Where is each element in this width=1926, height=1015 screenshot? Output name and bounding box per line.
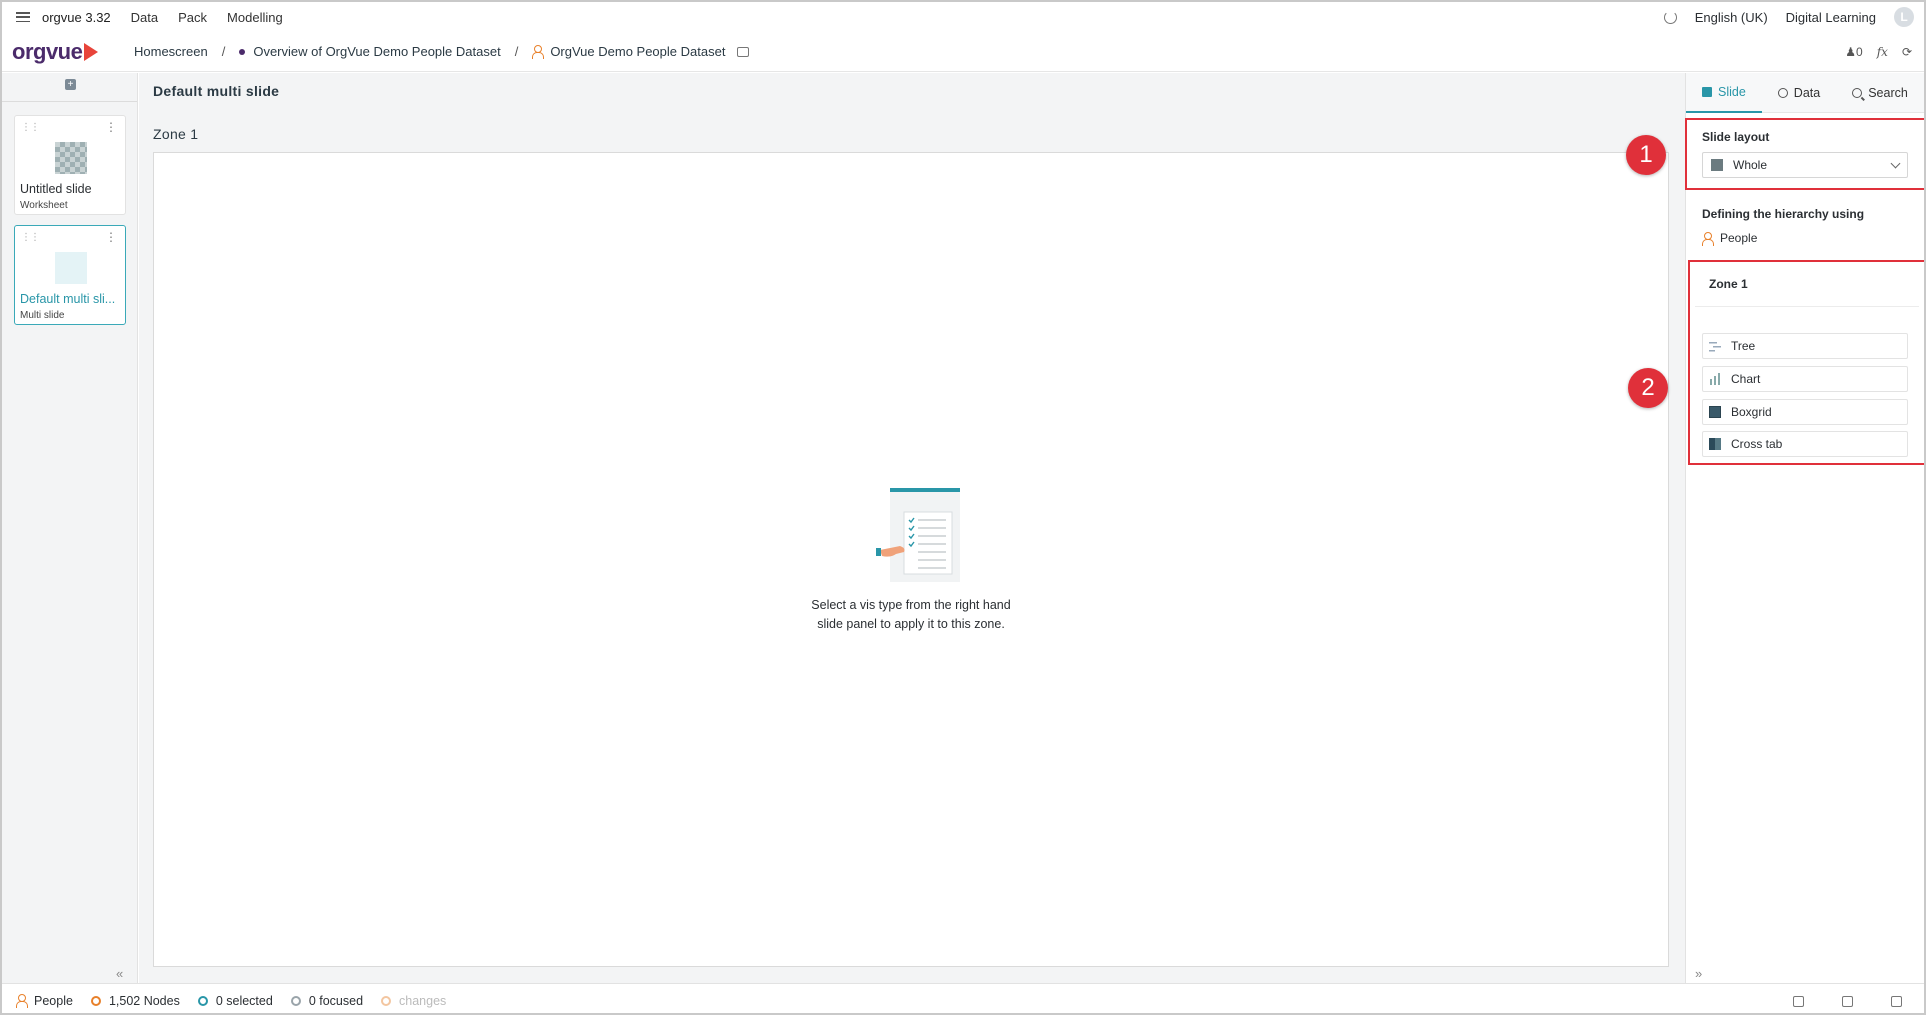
status-focused[interactable]: 0 focused	[290, 993, 364, 1008]
slide-title: Default multi slide	[153, 83, 280, 99]
sync-icon[interactable]	[737, 46, 750, 57]
breadcrumb-bar: orgvue Homescreen / Overview of OrgVue D…	[2, 32, 1924, 72]
breadcrumb-separator: /	[514, 44, 519, 59]
focused-icon	[290, 995, 301, 1006]
status-changes[interactable]: changes	[381, 994, 446, 1008]
tab-search[interactable]: Search	[1836, 73, 1924, 113]
menu-data[interactable]: Data	[131, 10, 158, 25]
add-icon[interactable]	[1793, 995, 1804, 1007]
tab-slide-label: Slide	[1718, 84, 1746, 99]
hierarchy-label: Defining the hierarchy using	[1702, 207, 1865, 221]
annotation-box-vis-types	[1688, 260, 1924, 465]
hierarchy-people[interactable]: People	[1702, 231, 1758, 246]
slide-type: Worksheet	[20, 200, 68, 211]
tab-data[interactable]: Data	[1762, 73, 1836, 113]
slide-thumbnail	[55, 252, 87, 284]
slide-name: Default multi sli...	[20, 292, 116, 306]
more-options-icon[interactable]: ⋮	[105, 120, 117, 134]
status-changes-label: changes	[399, 993, 447, 1008]
breadcrumb-separator: /	[221, 44, 226, 59]
formula-fx-icon[interactable]: fx	[1877, 45, 1888, 59]
slide-thumbnail	[55, 142, 87, 174]
menubar-right: English (UK) Digital Learning L	[1663, 2, 1914, 32]
selected-icon	[197, 995, 208, 1006]
status-bar: People 1,502 Nodes 0 selected 0 focused …	[2, 983, 1924, 1013]
person-icon	[1702, 231, 1714, 246]
pack-dot-icon	[239, 48, 246, 55]
annotation-badge-1: 1	[1626, 135, 1666, 175]
status-dataset[interactable]: People	[16, 994, 73, 1008]
data-icon	[1777, 87, 1788, 98]
logo-text: orgvue	[12, 38, 83, 64]
drag-handle-icon[interactable]: ⋮⋮	[21, 232, 40, 243]
more-options-icon[interactable]: ⋮	[105, 230, 117, 244]
breadcrumb-dataset[interactable]: OrgVue Demo People Dataset	[532, 44, 750, 59]
changes-icon	[381, 995, 392, 1006]
expand-right-icon[interactable]: »	[1695, 966, 1702, 981]
panel-tabs: Slide Data Search	[1686, 73, 1924, 113]
language-selector[interactable]: English (UK)	[1695, 10, 1768, 25]
crumb-right-tools: ♟0 fx ⟳	[1845, 32, 1912, 72]
status-dataset-label: People	[34, 993, 73, 1008]
hamburger-menu-icon[interactable]	[16, 12, 30, 22]
refresh-icon[interactable]	[1663, 10, 1677, 24]
add-slide-button[interactable]: +	[65, 79, 76, 90]
status-bar-actions	[1793, 984, 1902, 1013]
users-online-count: 0	[1856, 45, 1863, 59]
workspace-name[interactable]: Digital Learning	[1786, 10, 1876, 25]
slide-properties-panel: Slide Data Search Slide layout Whole Def…	[1685, 73, 1924, 983]
hierarchy-value: People	[1720, 231, 1758, 245]
nodes-icon	[90, 995, 101, 1006]
duplicate-icon[interactable]	[1842, 995, 1853, 1007]
breadcrumb-overview[interactable]: Overview of OrgVue Demo People Dataset	[239, 44, 501, 59]
empty-zone-line-2: slide panel to apply it to this zone.	[817, 617, 1005, 631]
slide-card-default-multi[interactable]: ⋮⋮ ⋮ Default multi sli... Multi slide	[14, 225, 126, 325]
status-focused-label: 0 focused	[308, 993, 364, 1008]
zone-1-box[interactable]: Select a vis type from the right hand sl…	[153, 152, 1669, 967]
breadcrumb-homescreen[interactable]: Homescreen	[134, 44, 208, 59]
tab-search-label: Search	[1868, 85, 1908, 100]
slides-panel: + ⋮⋮ ⋮ Untitled slide Worksheet ⋮⋮ ⋮ Def…	[2, 73, 138, 1013]
search-icon	[1852, 87, 1863, 98]
user-avatar[interactable]: L	[1894, 7, 1914, 27]
status-selected-label: 0 selected	[215, 993, 273, 1008]
slide-canvas: Default multi slide Zone 1 Select a vis …	[139, 73, 1685, 983]
slide-name: Untitled slide	[20, 182, 92, 196]
logo-arrow-icon	[84, 42, 99, 61]
collapse-left-icon[interactable]: «	[116, 966, 123, 981]
menu-modelling[interactable]: Modelling	[227, 10, 283, 25]
slide-type: Multi slide	[20, 310, 65, 321]
annotation-badge-2: 2	[1628, 368, 1668, 408]
breadcrumb-dataset-label: OrgVue Demo People Dataset	[550, 44, 726, 59]
trash-icon[interactable]	[1891, 995, 1902, 1007]
menu-pack[interactable]: Pack	[178, 10, 207, 25]
person-icon	[16, 994, 28, 1008]
person-icon	[532, 45, 545, 59]
menu-bar: orgvue 3.32 Data Pack Modelling English …	[2, 2, 1924, 32]
drag-handle-icon[interactable]: ⋮⋮	[21, 122, 40, 133]
reload-icon[interactable]: ⟳	[1902, 45, 1912, 59]
tab-data-label: Data	[1793, 85, 1821, 100]
orgvue-logo[interactable]: orgvue	[12, 39, 122, 65]
empty-zone-message: Select a vis type from the right hand sl…	[154, 596, 1668, 634]
tab-slide[interactable]: Slide	[1686, 73, 1762, 113]
status-selected[interactable]: 0 selected	[197, 993, 273, 1008]
app-window: orgvue 3.32 Data Pack Modelling English …	[0, 0, 1926, 1015]
divider	[2, 101, 137, 102]
app-title: orgvue 3.32	[42, 9, 111, 25]
users-online[interactable]: ♟0	[1845, 45, 1862, 59]
empty-zone-illustration-icon	[876, 488, 960, 582]
annotation-box-slide-layout	[1685, 118, 1924, 190]
slide-icon	[1702, 86, 1712, 97]
zone-title: Zone 1	[153, 126, 199, 142]
breadcrumb-overview-label: Overview of OrgVue Demo People Dataset	[253, 44, 501, 59]
status-nodes[interactable]: 1,502 Nodes	[90, 993, 180, 1008]
empty-zone-line-1: Select a vis type from the right hand	[811, 598, 1011, 612]
slide-card-untitled[interactable]: ⋮⋮ ⋮ Untitled slide Worksheet	[14, 115, 126, 215]
status-nodes-label: 1,502 Nodes	[108, 993, 180, 1008]
